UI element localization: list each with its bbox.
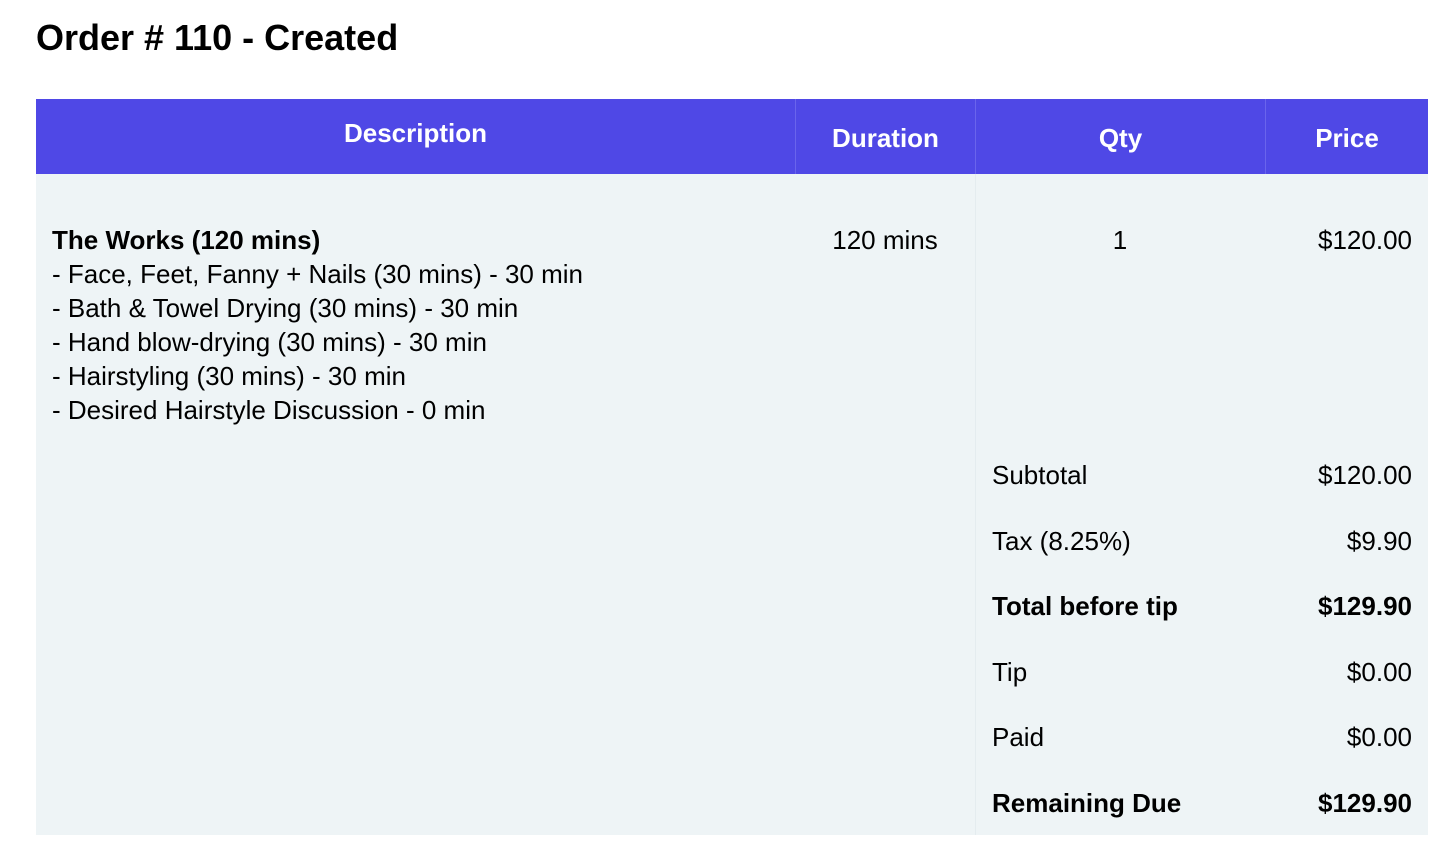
item-sub-line: - Hand blow-drying (30 mins) - 30 min (52, 327, 487, 357)
subtotal-label: Subtotal (992, 460, 1088, 490)
subtotal-value: $120.00 (1318, 460, 1412, 490)
column-header-qty: Qty (975, 99, 1265, 174)
column-header-price: Price (1265, 99, 1428, 174)
item-price: $120.00 (1318, 225, 1412, 255)
column-divider (975, 174, 976, 835)
remaining-due-value: $129.90 (1318, 788, 1412, 818)
item-name: The Works (120 mins) (52, 225, 321, 255)
column-header-description: Description (343, 118, 488, 148)
item-duration: 120 mins (832, 225, 938, 255)
paid-label: Paid (992, 722, 1045, 752)
paid-value: $0.00 (1346, 722, 1412, 752)
order-table: Description Duration Qty Price The Works… (36, 99, 1428, 835)
item-description: The Works (120 mins) - Face, Feet, Fanny… (52, 223, 583, 427)
tax-label: Tax (8.25%) (992, 526, 1131, 556)
item-sub-line: - Hairstyling (30 mins) - 30 min (52, 361, 406, 391)
page-title: Order # 110 - Created (36, 17, 399, 58)
column-header-duration: Duration (795, 99, 975, 174)
tip-label: Tip (992, 657, 1028, 687)
table-header-row: Description Duration Qty Price (36, 99, 1428, 174)
total-before-tip-value: $129.90 (1318, 591, 1412, 621)
total-before-tip-label: Total before tip (992, 591, 1178, 621)
item-qty: 1 (1112, 225, 1128, 255)
item-sub-line: - Desired Hairstyle Discussion - 0 min (52, 395, 486, 425)
item-sub-line: - Bath & Towel Drying (30 mins) - 30 min (52, 293, 519, 323)
tax-value: $9.90 (1346, 526, 1412, 556)
remaining-due-label: Remaining Due (992, 788, 1182, 818)
item-sub-line: - Face, Feet, Fanny + Nails (30 mins) - … (52, 259, 584, 289)
tip-value: $0.00 (1346, 657, 1412, 687)
